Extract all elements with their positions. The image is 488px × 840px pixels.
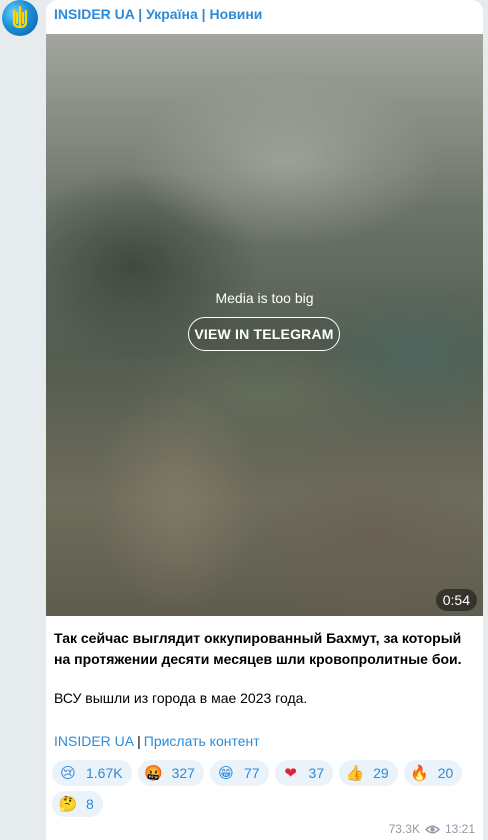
thinking-face-icon: 🤔 (58, 795, 78, 813)
red-heart-icon: ❤ (284, 764, 297, 782)
angry-face-icon: 🤬 (144, 764, 163, 782)
video-preview[interactable]: Media is too big VIEW IN TELEGRAM 0:54 (46, 34, 483, 616)
post-paragraph-1: Так сейчас выглядит оккупированный Бахму… (54, 630, 462, 667)
link-separator: | (137, 733, 141, 749)
reaction-grinning[interactable]: 😁 77 (209, 760, 269, 786)
grinning-face-icon: 😁 (218, 764, 234, 782)
thumbs-up-icon: 👍 (345, 764, 365, 782)
post-links: INSIDER UA | Прислать контент (54, 733, 260, 749)
crying-face-icon: 😢 (60, 764, 76, 782)
reaction-count: 8 (86, 796, 94, 812)
submit-content-link[interactable]: Прислать контент (144, 733, 260, 749)
channel-avatar[interactable] (2, 0, 38, 36)
channel-link[interactable]: INSIDER UA (54, 733, 134, 749)
reaction-count: 327 (171, 765, 195, 781)
post-paragraph-2: ВСУ вышли из города в мае 2023 года. (54, 690, 308, 706)
message-meta: 73.3K 13:21 (389, 822, 475, 836)
message-bubble: INSIDER UA | Україна | Новини Media is t… (46, 0, 483, 840)
view-count: 73.3K (388, 822, 420, 836)
post-text: Так сейчас выглядит оккупированный Бахму… (54, 628, 476, 670)
trident-icon (12, 5, 28, 29)
reaction-thumbs-up[interactable]: 👍 29 (339, 760, 398, 786)
media-notice: Media is too big (215, 290, 314, 306)
view-in-telegram-button[interactable]: VIEW IN TELEGRAM (188, 317, 340, 351)
reaction-heart[interactable]: ❤ 37 (274, 760, 334, 786)
channel-title[interactable]: INSIDER UA | Україна | Новини (54, 6, 262, 24)
reaction-count: 29 (373, 765, 389, 781)
message-time: 13:21 (444, 822, 475, 836)
reaction-fire[interactable]: 🔥 20 (403, 760, 463, 786)
reaction-angry[interactable]: 🤬 327 (137, 760, 204, 786)
reaction-count: 20 (437, 765, 454, 781)
fire-icon: 🔥 (410, 764, 430, 782)
reaction-crying[interactable]: 😢 1.67K (52, 760, 132, 786)
reaction-count: 77 (243, 765, 260, 781)
video-duration: 0:54 (435, 589, 477, 611)
reaction-count: 37 (308, 765, 325, 781)
reaction-thinking[interactable]: 🤔 8 (52, 791, 103, 817)
eye-icon (424, 825, 440, 833)
reactions-bar: 😢 1.67K 🤬 327 😁 77 ❤ 37 👍 29 🔥 20 🤔 8 (52, 760, 472, 817)
reaction-count: 1.67K (86, 765, 123, 781)
